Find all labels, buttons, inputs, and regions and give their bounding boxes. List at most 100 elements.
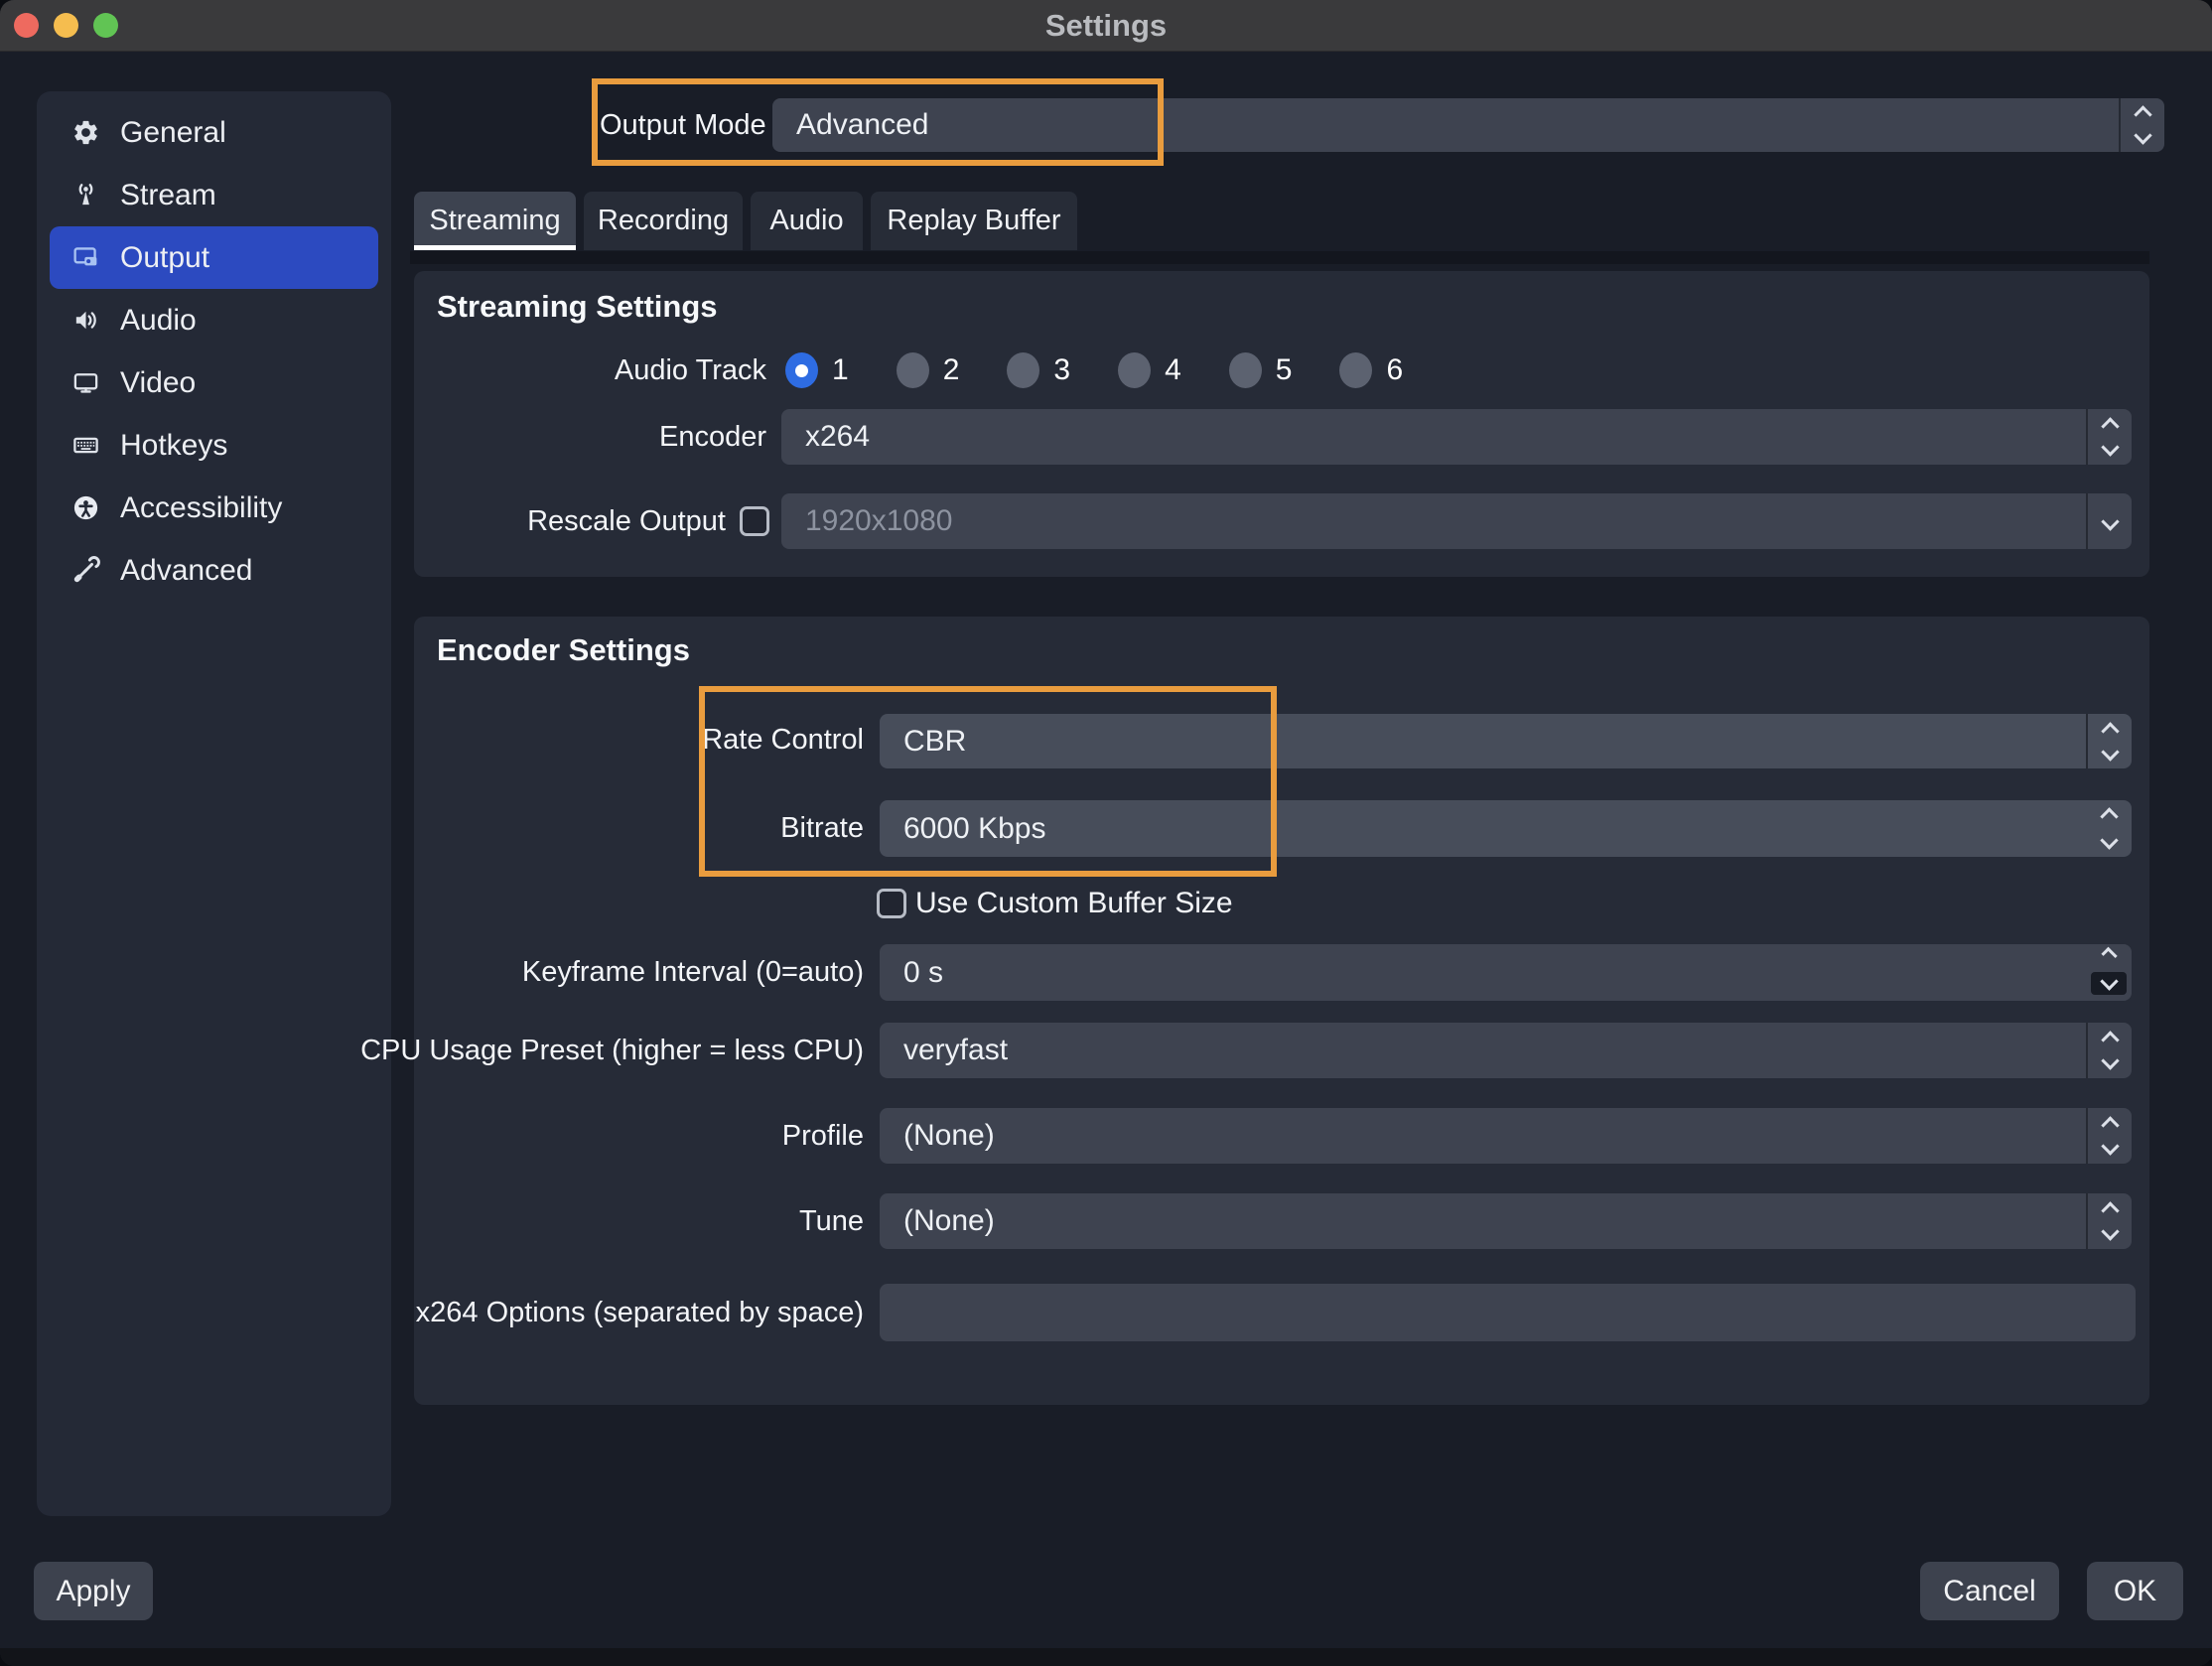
apply-button-label: Apply	[56, 1575, 130, 1608]
encoder-label: Encoder	[659, 419, 766, 455]
use-custom-buffer-size-label: Use Custom Buffer Size	[915, 886, 1233, 921]
sidebar-item-label: Accessibility	[120, 491, 282, 525]
sidebar-item-general[interactable]: General	[50, 101, 378, 164]
streaming-settings-title: Streaming Settings	[437, 289, 718, 325]
sidebar-item-accessibility[interactable]: Accessibility	[50, 477, 378, 539]
speaker-icon	[71, 306, 100, 335]
rate-control-select[interactable]: CBR	[880, 714, 2132, 768]
tab-label: Replay Buffer	[887, 205, 1060, 237]
chevron-down-icon	[2101, 438, 2119, 456]
sidebar: General Stream Output Audio	[37, 91, 391, 1516]
titlebar: Settings	[0, 0, 2212, 52]
tab-audio[interactable]: Audio	[751, 192, 863, 250]
sidebar-item-label: Video	[120, 366, 196, 400]
output-mode-stepper[interactable]	[2119, 98, 2164, 152]
output-icon	[71, 243, 100, 272]
rescale-resolution-select[interactable]: 1920x1080	[781, 493, 2132, 549]
keyframe-interval-stepper[interactable]	[2086, 944, 2132, 1001]
tab-label: Audio	[769, 205, 843, 237]
cpu-usage-preset-stepper[interactable]	[2086, 1023, 2132, 1078]
rescale-resolution-value: 1920x1080	[805, 504, 952, 538]
chevron-up-icon	[2101, 722, 2119, 740]
sidebar-item-video[interactable]: Video	[50, 351, 378, 414]
tab-label: Streaming	[429, 205, 560, 237]
cpu-usage-preset-label: CPU Usage Preset (higher = less CPU)	[360, 1033, 864, 1068]
bitrate-stepper[interactable]	[2086, 800, 2132, 857]
tab-pane-edge	[410, 251, 2149, 264]
bitrate-spinbox[interactable]: 6000 Kbps	[880, 800, 2132, 857]
audio-track-radios: 1 2 3 4 5 6	[785, 352, 1403, 388]
encoder-select[interactable]: x264	[781, 409, 2132, 465]
audio-track-option[interactable]: 4	[1118, 352, 1181, 388]
window-title: Settings	[0, 0, 2212, 52]
spin-down-button[interactable]	[2091, 972, 2127, 995]
ok-button[interactable]: OK	[2087, 1562, 2183, 1620]
use-custom-buffer-size-checkbox[interactable]	[877, 889, 906, 918]
chevron-up-icon	[2101, 417, 2119, 435]
tab-replay-buffer[interactable]: Replay Buffer	[871, 192, 1077, 250]
x264-options-input[interactable]	[880, 1284, 2136, 1341]
tune-select[interactable]: (None)	[880, 1193, 2132, 1249]
monitor-icon	[71, 368, 100, 397]
sidebar-item-label: Output	[120, 241, 209, 275]
tune-stepper[interactable]	[2086, 1193, 2132, 1249]
radio-icon[interactable]	[897, 352, 929, 388]
audio-track-option[interactable]: 3	[1007, 352, 1070, 388]
audio-track-option[interactable]: 2	[897, 352, 960, 388]
sidebar-item-audio[interactable]: Audio	[50, 289, 378, 351]
tab-label: Recording	[598, 205, 729, 237]
tune-value: (None)	[903, 1204, 995, 1238]
chevron-down-icon	[2101, 1051, 2119, 1069]
sidebar-item-label: Hotkeys	[120, 429, 227, 463]
rescale-output-checkbox[interactable]	[740, 506, 769, 536]
window-bottom-edge	[0, 1648, 2212, 1666]
sidebar-item-label: Advanced	[120, 554, 252, 588]
gear-icon	[71, 118, 100, 147]
chevron-down-icon	[2101, 512, 2119, 530]
tools-icon	[71, 556, 100, 585]
radio-label: 3	[1053, 353, 1070, 387]
apply-button[interactable]: Apply	[34, 1562, 153, 1620]
sidebar-item-output[interactable]: Output	[50, 226, 378, 289]
output-tabs: Streaming Recording Audio Replay Buffer	[414, 192, 1077, 250]
chevron-down-icon	[2100, 972, 2118, 990]
audio-track-option[interactable]: 5	[1229, 352, 1293, 388]
profile-select[interactable]: (None)	[880, 1108, 2132, 1164]
sidebar-item-label: Audio	[120, 304, 197, 338]
radio-icon[interactable]	[1118, 352, 1151, 388]
output-mode-select[interactable]: Advanced	[772, 98, 2164, 152]
cancel-button[interactable]: Cancel	[1920, 1562, 2059, 1620]
audio-track-option[interactable]: 6	[1339, 352, 1403, 388]
radio-icon[interactable]	[1229, 352, 1262, 388]
radio-icon[interactable]	[1007, 352, 1039, 388]
antenna-icon	[71, 181, 100, 209]
sidebar-item-advanced[interactable]: Advanced	[50, 539, 378, 602]
tab-streaming[interactable]: Streaming	[414, 192, 576, 250]
output-mode-label: Output Mode	[600, 107, 766, 143]
chevron-up-icon	[2101, 947, 2117, 963]
radio-icon[interactable]	[1339, 352, 1372, 388]
radio-label: 5	[1276, 353, 1293, 387]
profile-stepper[interactable]	[2086, 1108, 2132, 1164]
sidebar-item-stream[interactable]: Stream	[50, 164, 378, 226]
profile-label: Profile	[782, 1118, 864, 1154]
rate-control-stepper[interactable]	[2086, 714, 2132, 768]
cancel-button-label: Cancel	[1943, 1575, 2035, 1608]
encoder-stepper[interactable]	[2086, 409, 2132, 465]
rescale-resolution-stepper[interactable]	[2086, 493, 2132, 549]
tab-recording[interactable]: Recording	[584, 192, 743, 250]
radio-label: 4	[1165, 353, 1181, 387]
chevron-down-icon	[2101, 1137, 2119, 1155]
keyframe-interval-spinbox[interactable]: 0 s	[880, 944, 2132, 1001]
radio-selected-icon[interactable]	[785, 352, 818, 388]
rate-control-value: CBR	[903, 725, 966, 759]
keyboard-icon	[71, 431, 100, 460]
chevron-up-icon	[2101, 1031, 2119, 1048]
accessibility-icon	[71, 493, 100, 522]
audio-track-option[interactable]: 1	[785, 352, 849, 388]
sidebar-item-hotkeys[interactable]: Hotkeys	[50, 414, 378, 477]
bitrate-label: Bitrate	[780, 810, 864, 846]
cpu-usage-preset-value: veryfast	[903, 1034, 1008, 1067]
profile-value: (None)	[903, 1119, 995, 1153]
cpu-usage-preset-select[interactable]: veryfast	[880, 1023, 2132, 1078]
